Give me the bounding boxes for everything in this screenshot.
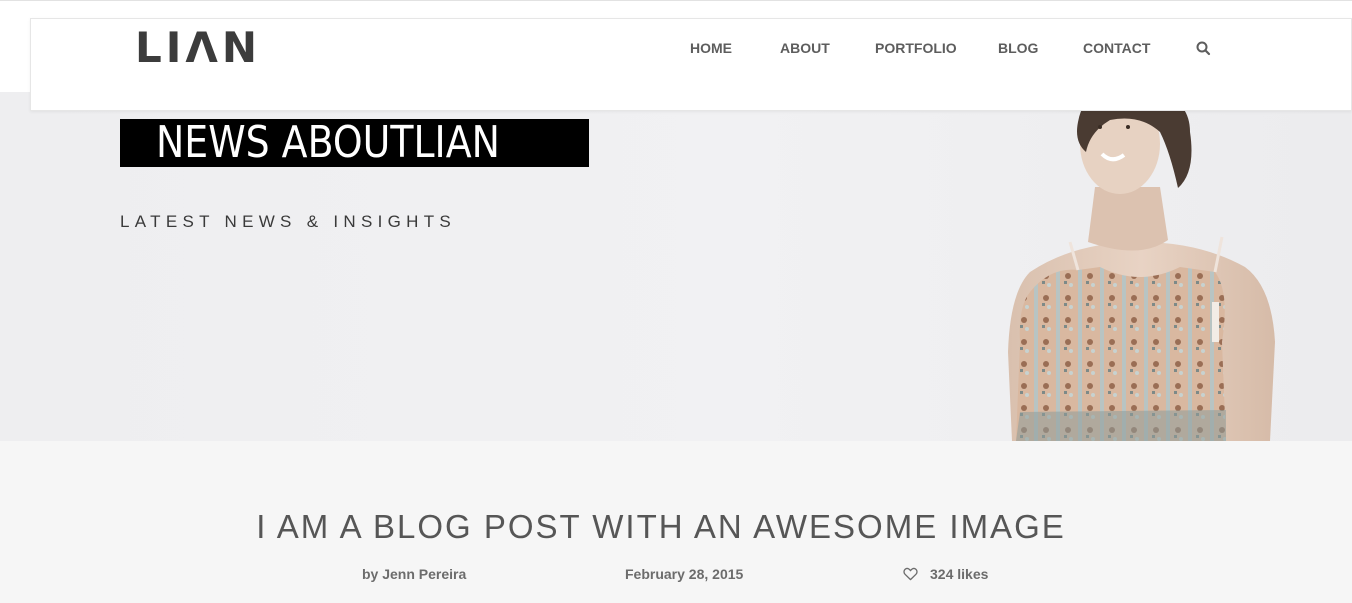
nav-item-about[interactable]: ABOUT: [780, 40, 830, 56]
nav-item-home[interactable]: HOME: [690, 40, 732, 56]
site-header: LIΛN HOME ABOUT PORTFOLIO BLOG CONTACT: [30, 18, 1352, 111]
nav-item-blog[interactable]: BLOG: [998, 40, 1038, 56]
main-nav: HOME ABOUT PORTFOLIO BLOG CONTACT: [31, 40, 1351, 60]
hero-model-image: [1008, 92, 1275, 441]
heart-icon[interactable]: [903, 567, 918, 581]
post-author[interactable]: by Jenn Pereira: [362, 566, 466, 582]
search-icon[interactable]: [1195, 40, 1211, 56]
post-title[interactable]: I AM A BLOG POST WITH AN AWESOME IMAGE: [0, 508, 1322, 546]
hero-title: NEWS ABOUTLIAN: [156, 117, 500, 168]
post-likes: 324 likes: [930, 566, 989, 582]
post-date: February 28, 2015: [625, 566, 744, 582]
nav-item-contact[interactable]: CONTACT: [1083, 40, 1150, 56]
hero-subtitle: LATEST NEWS & INSIGHTS: [120, 212, 457, 231]
nav-item-portfolio[interactable]: PORTFOLIO: [875, 40, 957, 56]
